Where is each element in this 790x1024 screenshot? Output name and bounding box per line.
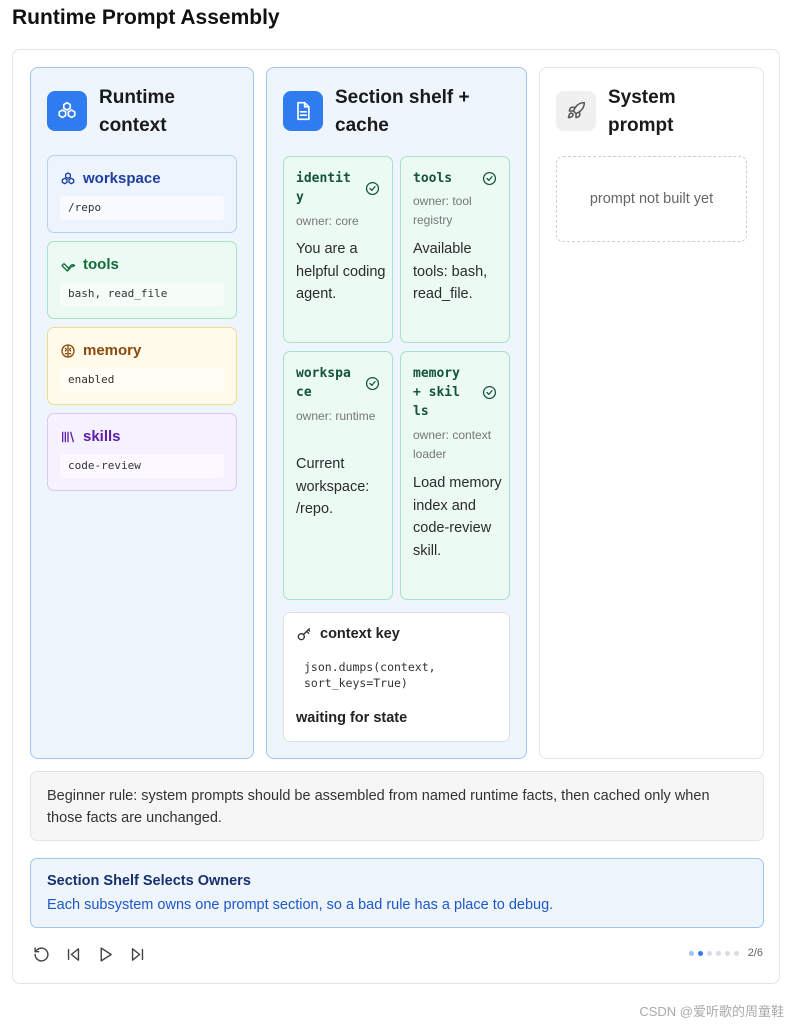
section-body: You are a helpful coding agent. [296, 241, 386, 303]
section-name: identity [296, 171, 351, 205]
context-label-workspace: workspace [83, 170, 161, 187]
pager-count: 2/6 [747, 947, 763, 959]
step-callout: Section Shelf Selects Owners Each subsys… [30, 858, 764, 928]
watermark: CSDN @爱听歌的周童鞋 [639, 1004, 784, 1019]
section-body: Current workspace: /repo. [296, 456, 370, 518]
section-name: tools [413, 171, 453, 186]
context-key-code: json.dumps(context, sort_keys=True) [304, 660, 436, 690]
context-value-skills: code-review [60, 454, 224, 478]
system-prompt-title: System prompt [608, 87, 676, 136]
pager-dot[interactable] [697, 950, 703, 956]
check-circle-icon [365, 376, 380, 391]
context-card-skills: skills code-review [47, 413, 237, 491]
play-button[interactable] [97, 943, 129, 965]
library-icon [62, 431, 74, 442]
playback-controls [33, 943, 161, 965]
restart-button[interactable] [33, 943, 65, 965]
section-card-workspace: workspace owner: runtime Current workspa… [283, 351, 393, 600]
context-value-memory: enabled [60, 368, 224, 392]
context-card-tools: tools bash, read_file [47, 241, 237, 319]
play-icon [100, 946, 112, 962]
skip-forward-icon [131, 947, 144, 961]
section-shelf-title: Section shelf + cache [335, 87, 470, 136]
section-card-identity: identity owner: core You are a helpful c… [283, 156, 393, 343]
context-card-memory: memory enabled [47, 327, 237, 405]
runtime-context-column: Runtime context workspace /repo tools ba… [30, 67, 254, 759]
context-key-title: context key [320, 626, 400, 642]
section-body: Load memory index and code-review skill. [413, 475, 502, 559]
check-circle-icon [482, 385, 497, 400]
next-step-button[interactable] [129, 943, 161, 965]
section-owner: owner: runtime [296, 409, 376, 423]
previous-step-button[interactable] [65, 943, 97, 965]
pager-dot[interactable] [688, 950, 694, 956]
context-card-workspace: workspace /repo [47, 155, 237, 233]
section-owner: owner: context loader [413, 428, 492, 461]
context-label-tools: tools [83, 256, 119, 273]
context-key-status: waiting for state [296, 710, 408, 726]
step-title: Section Shelf Selects Owners [47, 873, 251, 889]
step-description: Each subsystem owns one prompt section, … [47, 897, 554, 913]
section-owner: owner: core [296, 214, 359, 228]
skip-back-icon [67, 947, 80, 961]
brain-icon [61, 343, 75, 358]
section-name: memory + skills [413, 366, 460, 419]
runtime-context-title: Runtime context [99, 87, 175, 136]
check-circle-icon [482, 171, 497, 186]
context-value-tools: bash, read_file [60, 282, 224, 306]
context-value-workspace: /repo [60, 196, 224, 220]
system-prompt-column: System prompt prompt not built yet [539, 67, 764, 759]
section-owner: owner: tool registry [413, 194, 472, 227]
rocket-icon [556, 91, 596, 131]
section-body: Available tools: bash, read_file. [413, 241, 488, 303]
beginner-rule-note: Beginner rule: system prompts should be … [30, 771, 764, 841]
section-shelf-column: Section shelf + cache identity owner: co… [266, 67, 527, 759]
page-title: Runtime Prompt Assembly [12, 6, 280, 29]
context-label-skills: skills [83, 428, 121, 445]
section-name: workspace [296, 366, 351, 400]
hexagon-cluster-icon [47, 91, 87, 131]
restart-icon [34, 946, 49, 962]
hexagon-cluster-icon [61, 171, 75, 184]
document-icon [283, 91, 323, 131]
assembly-panel: Runtime context workspace /repo tools ba… [12, 49, 780, 984]
key-icon [297, 628, 311, 641]
step-pager: 2/6 [688, 947, 763, 959]
pager-dot[interactable] [733, 950, 739, 956]
section-card-memory-skills: memory + skills owner: context loader Lo… [400, 351, 510, 600]
pager-dot[interactable] [706, 950, 712, 956]
prompt-placeholder: prompt not built yet [556, 156, 747, 242]
section-card-tools: tools owner: tool registry Available too… [400, 156, 510, 343]
pager-dot[interactable] [715, 950, 721, 956]
context-key-card: context key json.dumps(context, sort_key… [283, 612, 510, 742]
check-circle-icon [365, 181, 380, 196]
context-label-memory: memory [83, 342, 142, 359]
pager-dot[interactable] [724, 950, 730, 956]
wrench-icon [61, 262, 76, 272]
